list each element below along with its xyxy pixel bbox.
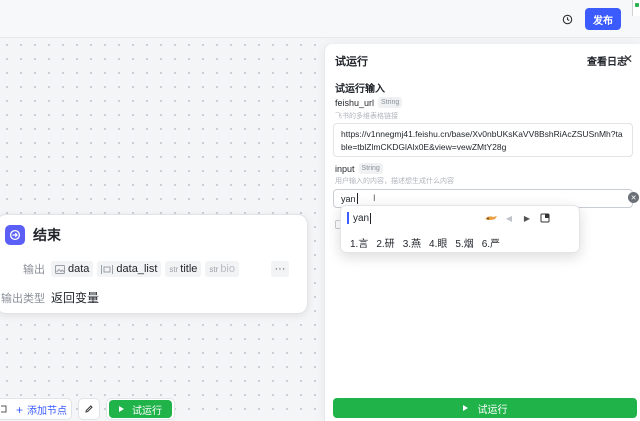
end-node-icon <box>5 225 25 245</box>
ime-brush-icon[interactable] <box>483 211 499 225</box>
ime-composition: yan <box>347 212 372 224</box>
history-button[interactable] <box>558 10 576 28</box>
ime-toolbar: ◀ ▶ <box>481 211 553 225</box>
ime-candidate[interactable]: 2.研 <box>376 235 394 250</box>
type-tag: String <box>378 97 403 108</box>
image-type-icon <box>55 264 65 274</box>
bottom-toolbar: + 添加节点 试运行 <box>0 398 181 420</box>
type-tag: String <box>358 163 383 174</box>
view-log-button[interactable]: 查看日志 <box>587 53 627 68</box>
exit-icon <box>9 229 21 241</box>
ime-candidate[interactable]: 5.烟 <box>455 235 473 250</box>
field-name-input: input String <box>335 163 383 174</box>
top-bar: 发布 <box>0 0 640 38</box>
output-type-row: 输出类型 返回变量 <box>1 289 99 306</box>
clear-icon[interactable]: ✕ <box>628 192 639 203</box>
workflow-canvas[interactable]: 结束 输出 data data_list str title str bio ·… <box>0 38 326 421</box>
panel-title: 试运行 <box>335 56 368 68</box>
output-type-label: 输出类型 <box>1 292 45 305</box>
output-type-value[interactable]: 返回变量 <box>51 289 99 306</box>
more-outputs-button[interactable]: ··· <box>271 261 289 277</box>
history-clock-icon <box>562 14 572 24</box>
ime-candidate[interactable]: 3.燕 <box>403 235 421 250</box>
ime-prev-page-icon[interactable]: ◀ <box>501 211 517 225</box>
ime-expand-icon[interactable] <box>537 211 553 225</box>
feishu-url-input[interactable]: https://v1nnegmj41.feishu.cn/base/Xv0nbU… <box>333 123 633 157</box>
ime-candidate[interactable]: 4.眼 <box>429 235 447 250</box>
ime-candidates: 1.言 2.研 3.燕 4.眼 5.烟 6.严 <box>350 235 508 250</box>
output-chip-data[interactable]: data <box>51 261 94 277</box>
text-caret <box>356 193 358 204</box>
ime-caret <box>370 212 372 224</box>
test-run-button-small[interactable]: 试运行 <box>109 400 173 418</box>
edge-indicator <box>632 0 640 16</box>
output-chip-bio[interactable]: str bio <box>205 261 239 277</box>
ime-candidate[interactable]: 6.严 <box>482 235 500 250</box>
publish-button[interactable]: 发布 <box>585 8 621 30</box>
end-node-title: 结束 <box>33 227 61 243</box>
str-type-icon: str <box>169 264 179 274</box>
add-node-button[interactable]: + 添加节点 <box>16 402 67 417</box>
play-icon <box>119 406 125 412</box>
ime-indicator <box>347 212 349 224</box>
output-row: 输出 data data_list str title str bio <box>23 261 243 277</box>
ime-candidate[interactable]: 1.言 <box>350 235 368 250</box>
pencil-icon <box>85 405 93 413</box>
output-chip-title[interactable]: str title <box>165 261 202 277</box>
toolbar-left-group: + 添加节点 <box>0 398 73 420</box>
play-icon <box>462 405 468 411</box>
ime-next-page-icon[interactable]: ▶ <box>519 211 535 225</box>
field-name-feishu-url: feishu_url String <box>335 97 403 108</box>
close-icon[interactable]: ✕ <box>623 52 633 66</box>
tool-icon[interactable] <box>0 404 8 414</box>
str-type-icon: str <box>209 264 219 274</box>
field-description-feishu-url: 飞书的多维表格链接 <box>335 113 398 120</box>
plus-icon: + <box>16 402 24 417</box>
text-cursor-icon: I <box>373 193 376 203</box>
end-node[interactable]: 结束 输出 data data_list str title str bio ·… <box>0 214 308 314</box>
output-chip-data-list[interactable]: data_list <box>97 261 162 277</box>
ime-candidate-window: yan ◀ ▶ 1.言 2.研 3.燕 4.眼 5.烟 6.严 <box>340 205 580 253</box>
run-group: 试运行 <box>106 398 176 420</box>
field-description-input: 用户输入的内容，描述想生成什么内容 <box>335 178 454 185</box>
list-type-icon <box>101 264 114 274</box>
end-node-header: 结束 <box>5 225 61 245</box>
edit-button[interactable] <box>78 398 101 420</box>
output-label: 输出 <box>23 264 45 276</box>
test-run-button[interactable]: 试运行 <box>333 398 637 418</box>
section-title: 试运行输入 <box>335 84 385 95</box>
